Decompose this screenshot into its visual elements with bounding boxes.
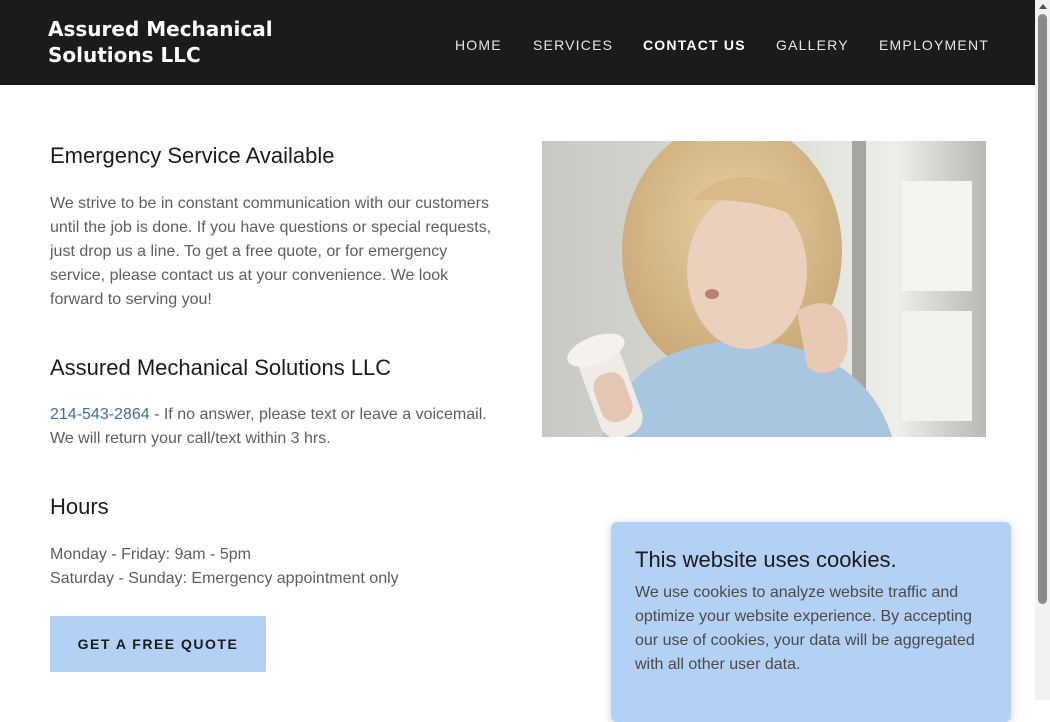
contact-info: 214-543-2864 - If no answer, please text…	[50, 403, 500, 451]
nav-contact-us[interactable]: CONTACT US	[643, 37, 746, 53]
main-nav: HOME SERVICES CONTACT US GALLERY EMPLOYM…	[0, 37, 1035, 55]
hours-weekend: Saturday - Sunday: Emergency appointment…	[50, 570, 399, 587]
hours-weekday: Monday - Friday: 9am - 5pm	[50, 546, 251, 563]
scrollbar-thumb[interactable]	[1038, 14, 1047, 604]
site-header: Assured Mechanical Solutions LLC HOME SE…	[0, 0, 1035, 85]
free-quote-button[interactable]: GET A FREE QUOTE	[50, 616, 266, 672]
nav-employment[interactable]: EMPLOYMENT	[879, 37, 989, 53]
nav-home[interactable]: HOME	[455, 37, 502, 53]
nav-gallery[interactable]: GALLERY	[776, 37, 849, 53]
emergency-heading: Emergency Service Available	[50, 143, 335, 168]
cookie-banner: This website uses cookies. We use cookie…	[611, 522, 1011, 722]
company-heading: Assured Mechanical Solutions LLC	[50, 355, 392, 380]
nav-services[interactable]: SERVICES	[533, 37, 613, 53]
scroll-up-arrow-icon[interactable]	[1039, 4, 1047, 9]
hours-heading: Hours	[50, 494, 109, 519]
phone-link[interactable]: 214-543-2864	[50, 406, 150, 423]
cookie-text: We use cookies to analyze website traffi…	[635, 584, 975, 673]
hours-text: Monday - Friday: 9am - 5pm Saturday - Su…	[50, 543, 500, 591]
cookie-title: This website uses cookies.	[635, 547, 897, 572]
emergency-text: We strive to be in constant communicatio…	[50, 195, 492, 308]
woman-with-fan-photo	[542, 141, 986, 437]
